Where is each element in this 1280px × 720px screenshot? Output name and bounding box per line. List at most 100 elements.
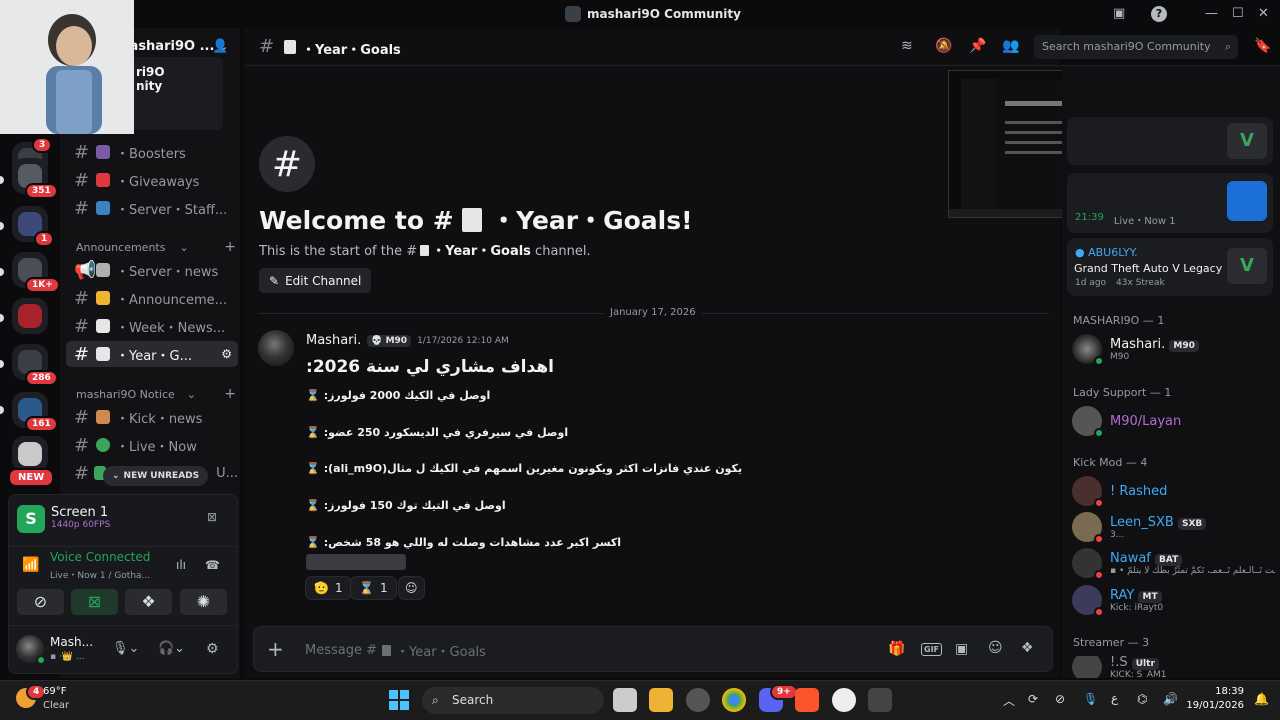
gift-icon[interactable]: 🎁 [888,641,905,657]
maximize-icon[interactable]: ☐ [1232,6,1244,21]
category-announcements[interactable]: Announcements ⌄ + [76,239,236,255]
edit-channel-button[interactable]: ✎ Edit Channel [259,268,372,293]
pin-icon[interactable]: 📌 [969,38,986,54]
message-avatar[interactable] [258,330,294,366]
chrome-icon[interactable] [722,688,746,712]
member-avatar [1072,476,1104,508]
microphone-icon[interactable]: 🎙⌄ [112,641,139,656]
help-icon[interactable]: ? [1151,6,1167,22]
brave-icon[interactable] [795,688,819,712]
file-explorer-icon[interactable] [649,688,673,712]
camera-off-button[interactable]: ⊘ [17,589,64,615]
channel-item-staff[interactable]: # ・Server・Staff... [66,195,238,221]
channel-emoji [96,319,110,333]
add-reaction-button[interactable]: ☺ [398,576,425,600]
disconnect-icon[interactable]: ☎ [205,558,220,572]
message-input[interactable]: Message # ・Year・Goals [305,641,486,660]
channel-item-year-goals[interactable]: # ・Year・G... ⚙ [66,341,238,367]
volume-icon[interactable]: 🔊 [1163,692,1178,706]
message-header: Mashari. 💀 M90 1/17/2026 12:10 AM [306,333,509,348]
user-avatar[interactable] [16,635,46,665]
notifications-icon[interactable]: 🔔 [1254,692,1269,706]
minimize-icon[interactable]: — [1205,6,1218,21]
stream-title: Screen 1 [51,505,109,520]
channel-item-week-news[interactable]: # ・Week・News... [66,313,238,339]
member-item[interactable]: M90/Layan [1072,406,1181,438]
start-button[interactable] [389,690,409,710]
search-input[interactable]: Search mashari9O Community ⌕ [1034,35,1238,59]
panel-divider [8,546,238,547]
wifi-icon[interactable]: ⌬ [1137,692,1147,706]
screen-share-button[interactable]: ⊠ [71,589,118,615]
add-channel-icon[interactable]: + [224,386,236,402]
channel-item-giveaways[interactable]: # ・Giveaways [66,167,238,193]
channel-item-live-now[interactable]: # ・Live・Now [66,432,238,458]
bookmark-icon[interactable]: 🔖 [1254,38,1271,54]
language-indicator[interactable]: ع [1111,691,1118,705]
sync-icon[interactable]: ⟳ [1028,692,1038,706]
member-group-header: MASHARI9O — 1 [1073,314,1165,327]
signal-icon: 📶 [22,557,40,573]
member-list-icon[interactable]: 👥 [1002,38,1019,54]
taskbar-search[interactable]: ⌕ Search [422,687,604,714]
attachment-placeholder[interactable] [306,554,406,570]
add-channel-icon[interactable]: + [224,239,236,255]
channel-item-server-news[interactable]: 📢 ・Server・news [66,257,238,283]
member-item[interactable]: Leen_SXB SXB 3... [1072,512,1207,544]
headphones-icon[interactable]: 🎧⌄ [158,641,185,656]
channel-item-announcements[interactable]: # ・Announceme... [66,285,238,311]
server-icon-5[interactable] [12,298,48,334]
reaction-salute[interactable]: 🫡 1 [305,576,352,600]
member-item[interactable]: Mashari. M90 M90 [1072,334,1199,366]
activities-button[interactable]: ❖ [125,589,172,615]
apps-icon[interactable]: ❖ [1021,640,1034,656]
hash-icon: # [74,169,90,191]
stop-stream-icon[interactable]: ⊠ [207,510,217,524]
guild-tag: MT [1138,590,1162,603]
chevron-down-icon: ⌄ [186,387,196,401]
sticker-icon[interactable]: ▣ [955,641,968,657]
user-settings-icon[interactable]: ⚙ [206,641,219,657]
task-view-icon[interactable] [613,688,637,712]
member-item[interactable]: ! Rashed [1072,476,1167,508]
emoji-icon[interactable]: ☺ [988,640,1003,656]
server-icon-8[interactable] [12,436,48,472]
channel-item-kick-news[interactable]: # ・Kick・news [66,404,238,430]
hash-icon: # [259,36,275,57]
hourglass-icon: ⌛ [306,499,320,512]
chevron-up-icon[interactable]: ︿ [1003,692,1015,709]
member-item[interactable]: !.S Ultr KICK: S_AM1 [1072,656,1167,678]
reaction-hourglass[interactable]: ⌛ 1 [350,576,397,600]
category-notice[interactable]: mashari9O Notice ⌄ + [76,386,236,402]
member-item[interactable]: RAY MT Kick: iRayt0 [1072,585,1163,617]
threads-icon[interactable]: ≋ [901,38,913,54]
video-preview [0,0,134,134]
mute-bell-icon[interactable]: 🔕 [935,38,952,54]
unread-badge: 3 [32,137,53,153]
clock-date[interactable]: 19/01/2026 [1181,700,1244,711]
welcome-title: Welcome to # ・Year・Goals! [259,206,693,235]
unread-badge: 1K+ [25,277,60,293]
clock-time[interactable]: 18:39 [1204,686,1244,697]
message-author[interactable]: Mashari. [306,333,361,348]
steam-icon[interactable] [832,688,856,712]
inbox-icon[interactable]: ▣ [1113,6,1125,21]
microphone-icon[interactable]: 🎙 [1083,692,1098,706]
settings-gear-icon[interactable]: ⚙ [221,347,232,361]
app-icon[interactable] [868,688,892,712]
close-icon[interactable]: ✕ [1258,6,1269,21]
noise-suppression-icon[interactable]: ılı [176,558,186,572]
add-user-icon[interactable]: 👤 [212,39,228,54]
gif-icon[interactable]: GIF [921,643,943,656]
guild-tag[interactable]: 💀 M90 [367,334,412,347]
no-sound-icon[interactable]: ⊘ [1055,692,1065,706]
channel-item-boosters[interactable]: # ・Boosters [66,139,238,165]
attach-plus-icon[interactable]: + [267,637,284,661]
channel-emoji [96,291,110,305]
member-item[interactable]: Nawaf BAT ▪ • لمت تَــالـعلم تَــعمـ، تَك… [1072,548,1275,580]
app-icon[interactable] [686,688,710,712]
activity-live: 21:39 Live・Now 1 [1075,212,1176,227]
soundboard-button[interactable]: ✺ [180,589,227,615]
new-unreads-button[interactable]: ⌄ NEW UNREADS [103,466,209,486]
voice-status[interactable]: Voice Connected [50,550,150,564]
